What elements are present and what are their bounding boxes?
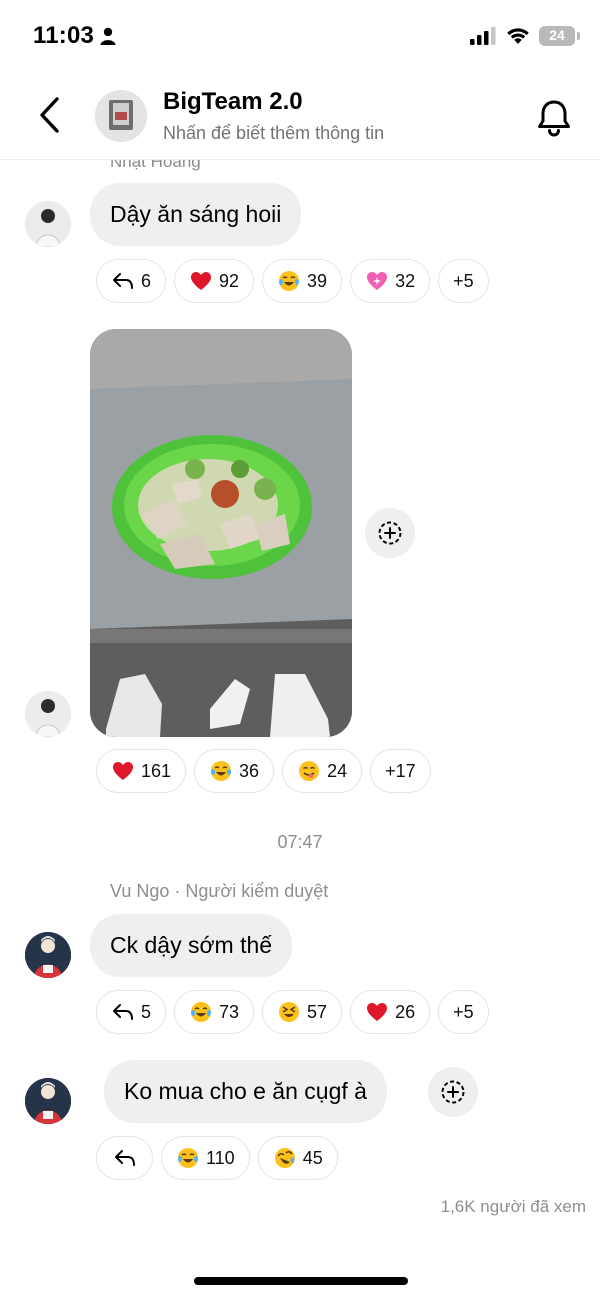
- laugh-reaction[interactable]: 73: [174, 990, 255, 1034]
- person-icon: [100, 27, 116, 45]
- battery-cap: [577, 32, 580, 40]
- reaction-bar: 6 92 39 32 +5: [96, 259, 489, 303]
- reaction-bar: 161 36 24 +17: [96, 749, 431, 793]
- group-avatar[interactable]: [95, 90, 147, 142]
- avatar[interactable]: [25, 691, 71, 737]
- reply-icon: [113, 273, 133, 289]
- red-heart-icon: [113, 762, 133, 780]
- user-avatar-icon: [25, 691, 71, 737]
- user-avatar-icon: [25, 201, 71, 247]
- group-title[interactable]: BigTeam 2.0: [163, 88, 303, 116]
- heart-reaction[interactable]: 26: [350, 990, 431, 1034]
- more-reactions[interactable]: +5: [438, 259, 489, 303]
- sender-name-cutoff: Nhật Hoàng: [110, 160, 310, 174]
- reaction-count: 57: [307, 1001, 328, 1022]
- yum-face-icon: [299, 761, 320, 781]
- reaction-count: +17: [385, 760, 416, 781]
- reply-button[interactable]: [96, 1136, 153, 1180]
- battery-indicator: 24: [539, 26, 575, 46]
- reaction-count: 45: [302, 1147, 323, 1168]
- rolling-laughing-icon: [274, 1148, 295, 1168]
- group-subtitle[interactable]: Nhấn để biết thêm thông tin: [163, 123, 384, 144]
- more-reactions[interactable]: +5: [438, 990, 489, 1034]
- status-bar: 11:03 24: [0, 0, 600, 72]
- reaction-count: 6: [141, 270, 152, 291]
- food-bowl-photo-icon: [90, 329, 352, 737]
- sparkling-heart-icon: [367, 272, 388, 290]
- reply-icon: [114, 1150, 135, 1166]
- reaction-bar: 110 45: [96, 1136, 338, 1180]
- avatar[interactable]: [25, 932, 71, 978]
- chat-header: BigTeam 2.0 Nhấn để biết thêm thông tin: [0, 72, 600, 160]
- message-text: Dậy ăn sáng hoii: [110, 201, 282, 227]
- reply-icon: [113, 1004, 133, 1020]
- user-avatar-icon: [25, 932, 71, 978]
- heart-reaction[interactable]: 92: [174, 259, 255, 303]
- reply-reaction[interactable]: 6: [96, 259, 167, 303]
- add-reaction-button[interactable]: [365, 508, 415, 558]
- red-heart-icon: [367, 1003, 388, 1021]
- pink-heart-reaction[interactable]: 32: [350, 259, 431, 303]
- sender-name-1: Nhật Hoàng: [110, 160, 201, 171]
- avatar[interactable]: [25, 1078, 71, 1124]
- avatar[interactable]: [25, 201, 71, 247]
- seen-count: 1,6K người đã xem: [440, 1197, 586, 1216]
- reply-reaction[interactable]: 5: [96, 990, 167, 1034]
- photo-message[interactable]: [90, 329, 352, 737]
- reaction-count: 26: [395, 1001, 416, 1022]
- laugh-reaction[interactable]: 39: [262, 259, 343, 303]
- reaction-count: +5: [453, 270, 474, 291]
- signal-icon: [470, 27, 496, 45]
- sender-name: Vu Ngo · Người kiểm duyệt: [110, 881, 329, 901]
- add-reaction-icon: [441, 1080, 465, 1104]
- reaction-count: 92: [219, 270, 240, 291]
- reaction-count: 5: [141, 1001, 152, 1022]
- reaction-count: 39: [307, 270, 328, 291]
- add-reaction-button[interactable]: [428, 1067, 478, 1117]
- reaction-count: +5: [453, 1001, 474, 1022]
- squint-reaction[interactable]: 57: [262, 990, 343, 1034]
- reaction-count: 73: [219, 1001, 240, 1022]
- wifi-icon: [507, 28, 529, 44]
- red-heart-icon: [191, 272, 212, 290]
- tears-of-joy-icon: [178, 1148, 198, 1168]
- reaction-bar: 5 73 57 26 +5: [96, 990, 489, 1034]
- message-bubble[interactable]: Ck dậy sớm thế: [90, 914, 293, 977]
- message-bubble[interactable]: Ko mua cho e ăn cụgf à: [104, 1060, 387, 1123]
- tears-of-joy-icon: [191, 1002, 212, 1022]
- timestamp: 07:47: [277, 832, 323, 852]
- reaction-count: 36: [239, 760, 260, 781]
- user-avatar-icon: [25, 1078, 71, 1124]
- laugh-reaction[interactable]: 36: [194, 749, 275, 793]
- add-reaction-icon: [378, 521, 402, 545]
- more-reactions[interactable]: +17: [370, 749, 431, 793]
- message-bubble[interactable]: Dậy ăn sáng hoii: [90, 183, 302, 246]
- back-button[interactable]: [30, 92, 70, 138]
- reaction-count: 161: [141, 760, 172, 781]
- home-indicator[interactable]: [194, 1277, 408, 1285]
- yum-reaction[interactable]: 24: [282, 749, 363, 793]
- laugh-reaction[interactable]: 110: [161, 1136, 250, 1180]
- reaction-count: 110: [206, 1147, 235, 1168]
- battery-level: 24: [549, 27, 565, 43]
- message-text: Ck dậy sớm thế: [110, 932, 273, 958]
- squinting-face-icon: [279, 1002, 300, 1022]
- rofl-reaction[interactable]: 45: [257, 1136, 338, 1180]
- reaction-count: 24: [327, 760, 348, 781]
- reaction-count: 32: [395, 270, 416, 291]
- tears-of-joy-icon: [211, 761, 232, 781]
- heart-reaction[interactable]: 161: [96, 749, 187, 793]
- group-photo-icon: [95, 90, 147, 142]
- status-time: 11:03: [33, 22, 95, 49]
- message-text: Ko mua cho e ăn cụgf à: [124, 1078, 367, 1104]
- bell-icon[interactable]: [532, 96, 576, 140]
- tears-of-joy-icon: [279, 271, 300, 291]
